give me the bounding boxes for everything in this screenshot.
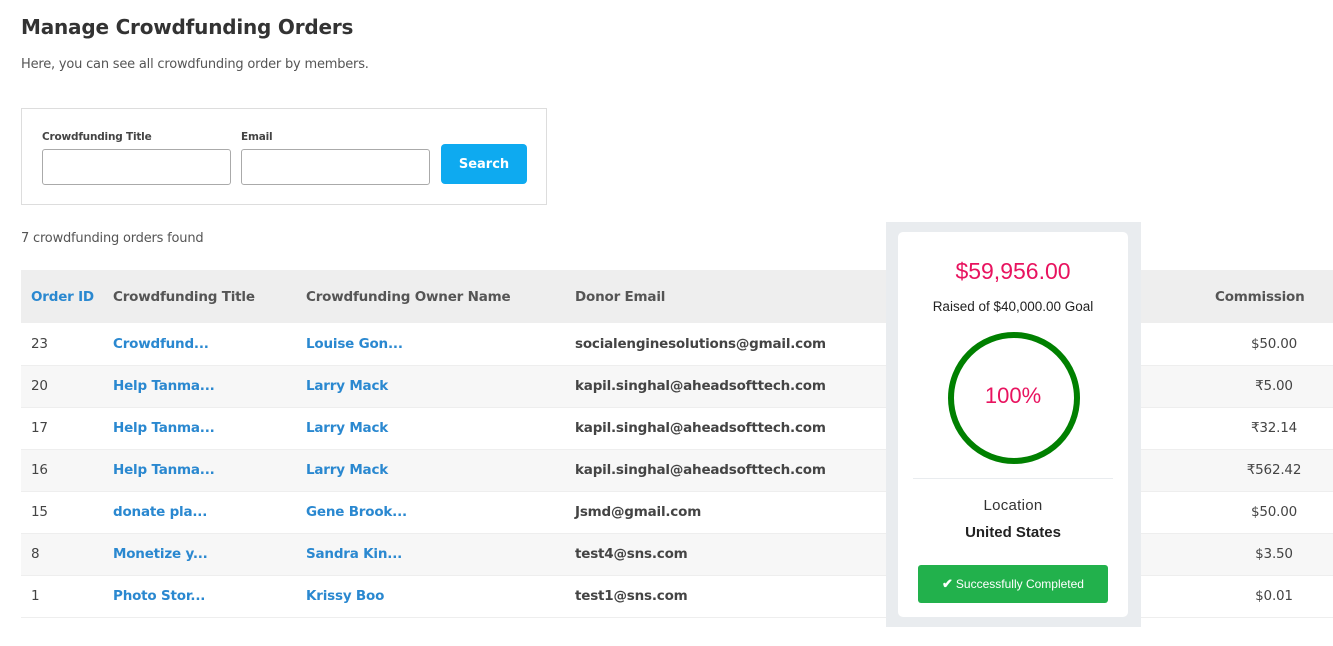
- crowdfunding-title-link[interactable]: Photo Stor...: [113, 588, 205, 604]
- commission: ₹562.42: [1246, 462, 1302, 478]
- progress-percent: 100%: [984, 383, 1042, 408]
- crowdfunding-title-label: Crowdfunding Title: [42, 131, 152, 143]
- email-input[interactable]: [241, 149, 430, 185]
- order-id: 1: [31, 588, 40, 604]
- divider: [913, 478, 1113, 479]
- page-description: Here, you can see all crowdfunding order…: [21, 57, 369, 72]
- raised-amount: $59,956.00: [955, 258, 1071, 284]
- order-id: 20: [31, 378, 48, 394]
- check-icon: ✔: [942, 576, 953, 591]
- owner-name-link[interactable]: Louise Gon...: [306, 336, 403, 352]
- goal-text: Raised of $40,000.00 Goal: [932, 299, 1094, 314]
- crowdfunding-title-link[interactable]: Monetize y...: [113, 546, 208, 562]
- commission: $3.50: [1255, 546, 1293, 562]
- location-label: Location: [983, 497, 1043, 514]
- status-label: Successfully Completed: [955, 577, 1084, 591]
- commission: $50.00: [1250, 504, 1298, 520]
- order-id: 16: [31, 462, 48, 478]
- crowdfunding-title-link[interactable]: Crowdfund...: [113, 336, 209, 352]
- column-header-order-id[interactable]: Order ID: [21, 270, 113, 323]
- order-id: 17: [31, 420, 48, 436]
- column-header-owner: Crowdfunding Owner Name: [306, 288, 511, 305]
- column-header-title: Crowdfunding Title: [113, 288, 255, 305]
- commission: ₹5.00: [1255, 378, 1293, 394]
- owner-name-link[interactable]: Larry Mack: [306, 420, 388, 436]
- campaign-popup: $59,956.00 Raised of $40,000.00 Goal 100…: [886, 222, 1141, 627]
- order-id: 8: [31, 546, 40, 562]
- location-value: United States: [965, 524, 1061, 541]
- column-header-commission: Commission: [1215, 288, 1305, 305]
- email-label: Email: [241, 131, 273, 143]
- order-id: 15: [31, 504, 48, 520]
- crowdfunding-title-link[interactable]: Help Tanma...: [113, 378, 215, 394]
- commission: $0.01: [1255, 588, 1293, 604]
- search-form: Crowdfunding Title Email Search: [21, 108, 547, 205]
- owner-name-link[interactable]: Sandra Kin...: [306, 546, 402, 562]
- crowdfunding-title-link[interactable]: Help Tanma...: [113, 420, 215, 436]
- owner-name-link[interactable]: Gene Brook...: [306, 504, 407, 520]
- commission: $50.00: [1250, 335, 1298, 352]
- owner-name-link[interactable]: Krissy Boo: [306, 588, 384, 604]
- crowdfunding-title-link[interactable]: donate pla...: [113, 504, 207, 520]
- owner-name-link[interactable]: Larry Mack: [306, 462, 388, 478]
- results-count: 7 crowdfunding orders found: [21, 231, 204, 246]
- order-id: 23: [31, 335, 48, 352]
- commission: ₹32.14: [1250, 420, 1298, 436]
- status-completed-button[interactable]: ✔ Successfully Completed: [918, 565, 1108, 603]
- owner-name-link[interactable]: Larry Mack: [306, 378, 388, 394]
- campaign-card: $59,956.00 Raised of $40,000.00 Goal 100…: [898, 232, 1128, 617]
- search-button[interactable]: Search: [441, 144, 527, 184]
- crowdfunding-title-link[interactable]: Help Tanma...: [113, 462, 215, 478]
- page-title: Manage Crowdfunding Orders: [21, 15, 354, 39]
- crowdfunding-title-input[interactable]: [42, 149, 231, 185]
